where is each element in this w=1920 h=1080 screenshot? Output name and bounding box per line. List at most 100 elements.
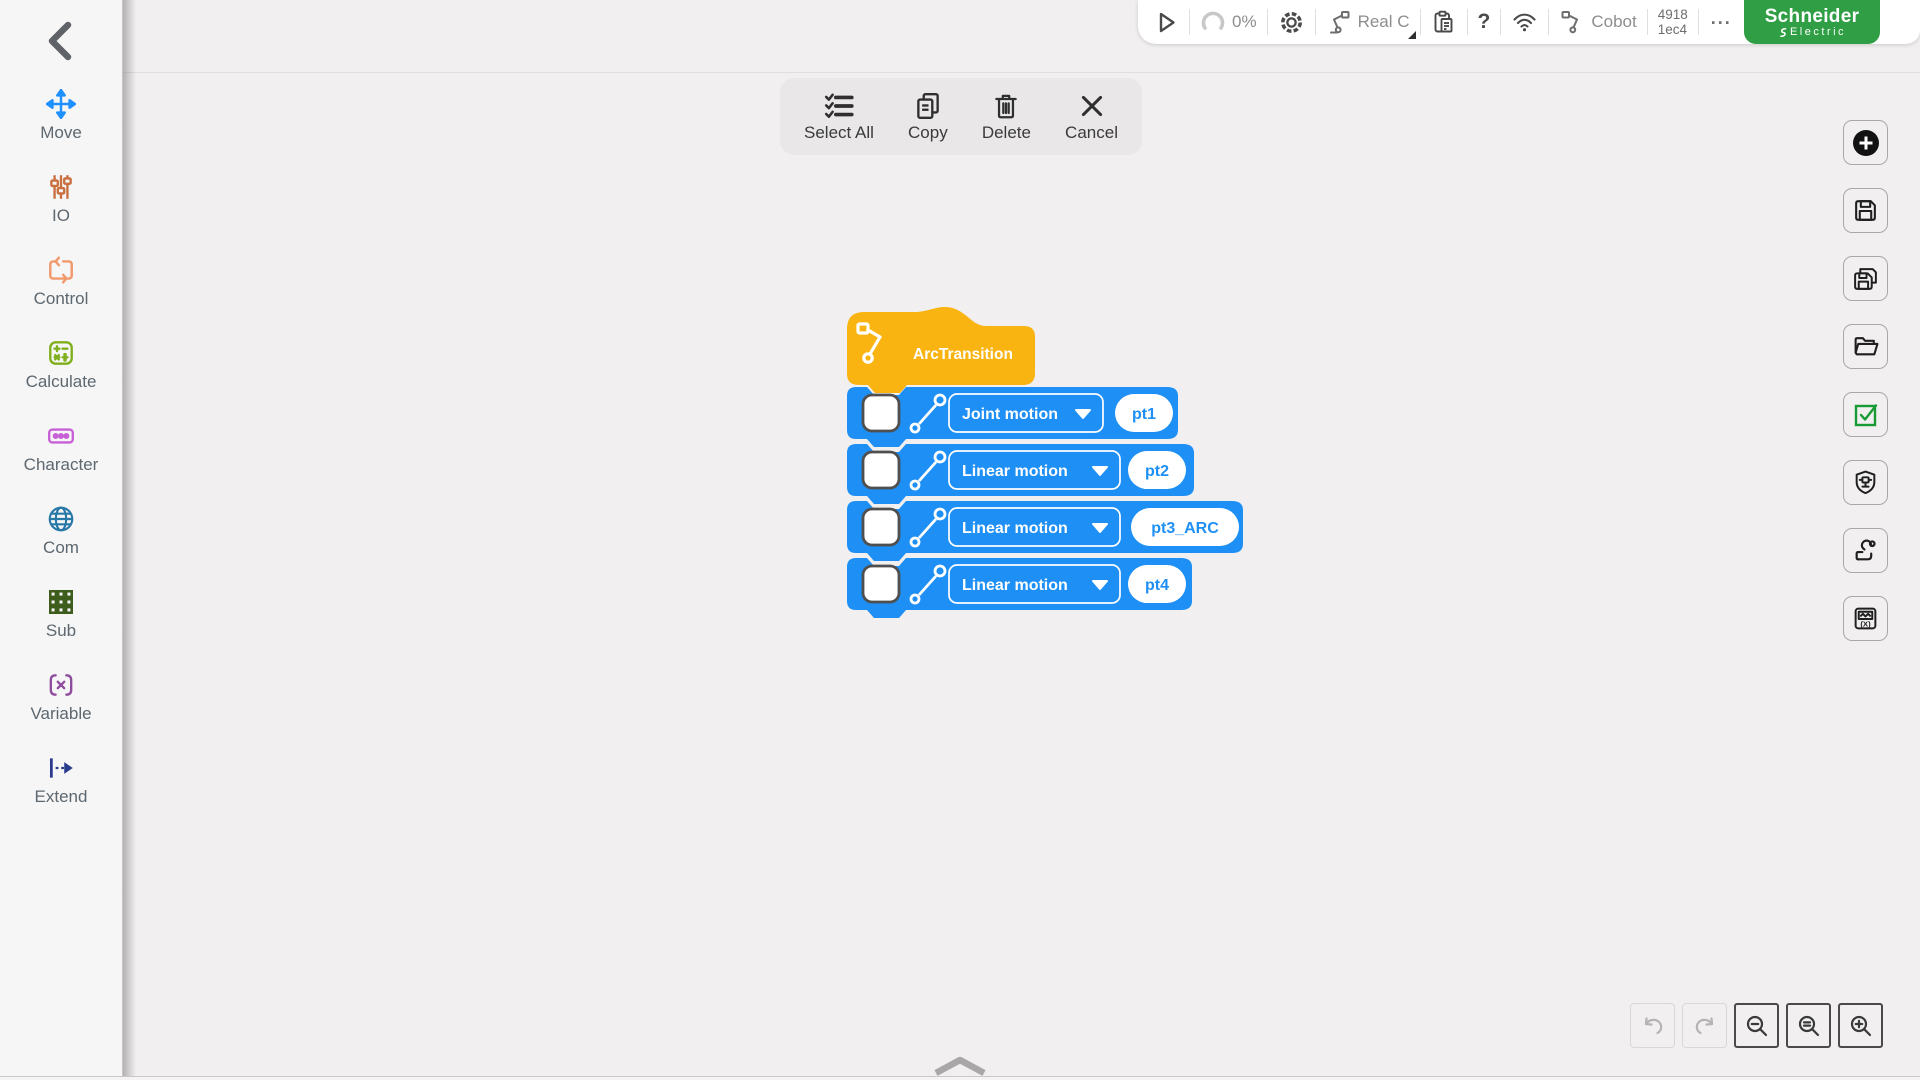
- sidebar-item-com[interactable]: Com: [0, 489, 122, 572]
- motion-block-row[interactable]: Linear motion pt4: [847, 558, 1192, 618]
- divider: [1466, 9, 1468, 35]
- more-button[interactable]: ...: [1711, 8, 1732, 29]
- motion-block-row[interactable]: Joint motion pt1: [847, 387, 1178, 447]
- help-label: ?: [1477, 10, 1491, 33]
- delete-button[interactable]: Delete: [982, 91, 1031, 143]
- folder-icon: [1854, 337, 1879, 356]
- brand-subname-text: Electric: [1789, 25, 1847, 38]
- robot-hook-icon: [1855, 539, 1876, 561]
- right-tool-rail: (X): [1843, 120, 1888, 641]
- save-all-button[interactable]: [1843, 256, 1888, 301]
- variable-monitor-icon: (X): [1854, 607, 1877, 630]
- redo-button[interactable]: [1682, 1003, 1727, 1048]
- progress-arc-icon: [1201, 11, 1225, 30]
- motion-type-label: Joint motion: [962, 406, 1058, 423]
- dropdown-corner: [1407, 31, 1416, 39]
- select-all-icon: [824, 93, 854, 118]
- sidebar-item-control[interactable]: Control: [0, 240, 122, 323]
- undo-icon: [1644, 1016, 1662, 1034]
- zoom-reset-button[interactable]: [1786, 1003, 1831, 1048]
- divider: [1646, 9, 1648, 35]
- extend-arrow-icon: [49, 757, 73, 778]
- device-id: 4918 1ec4: [1658, 7, 1688, 37]
- sidebar-item-move[interactable]: Move: [0, 74, 122, 157]
- divider: [1697, 9, 1699, 35]
- motion-type-label: Linear motion: [962, 577, 1068, 594]
- select-all-button[interactable]: Select All: [804, 91, 874, 143]
- add-block-button[interactable]: [1843, 120, 1888, 165]
- progress-value: 0%: [1232, 12, 1257, 31]
- sidebar-item-character[interactable]: Character: [0, 406, 122, 489]
- sidebar-item-label: Character: [23, 454, 99, 474]
- row-checkbox[interactable]: [861, 393, 901, 433]
- sidebar-item-label: Extend: [34, 786, 88, 806]
- cancel-button[interactable]: Cancel: [1065, 91, 1118, 143]
- divider: [1419, 9, 1421, 35]
- sidebar-item-label: Variable: [30, 703, 92, 723]
- safety-button[interactable]: [1843, 460, 1888, 505]
- grid-icon: [49, 589, 73, 614]
- brand-tail: [1880, 0, 1920, 44]
- divider: [1266, 9, 1268, 35]
- control-loop-icon: [49, 255, 73, 284]
- motion-type-label: Linear motion: [962, 520, 1068, 537]
- monitor-button[interactable]: (X): [1843, 596, 1888, 641]
- io-sliders-icon: [50, 174, 72, 199]
- back-button[interactable]: [0, 0, 122, 74]
- wifi-icon: [1513, 13, 1536, 32]
- sidebar-item-sub[interactable]: Sub: [0, 572, 122, 655]
- help-button[interactable]: ?: [1478, 10, 1491, 34]
- copy-label: Copy: [908, 122, 948, 142]
- cancel-label: Cancel: [1065, 122, 1118, 142]
- zoom-in-icon: [1850, 1015, 1871, 1036]
- motion-type-label: Linear motion: [962, 463, 1068, 480]
- redo-icon: [1695, 1016, 1713, 1034]
- device-id-line1: 4918: [1657, 6, 1688, 22]
- row-checkbox[interactable]: [861, 507, 901, 547]
- check-box-icon: [1854, 403, 1877, 426]
- globe-icon: [48, 506, 74, 531]
- row-checkbox[interactable]: [861, 564, 901, 604]
- sidebar-item-io[interactable]: IO: [0, 157, 122, 240]
- undo-button[interactable]: [1630, 1003, 1675, 1048]
- move-icon: [46, 88, 76, 119]
- clipboard-icon: [1434, 10, 1452, 32]
- point-label: pt1: [1132, 406, 1156, 423]
- clipboard-button[interactable]: [1431, 9, 1457, 36]
- motion-block-row[interactable]: Linear motion pt3_ARC: [847, 501, 1243, 561]
- sidebar-item-label: Sub: [45, 620, 77, 640]
- divider: [1500, 9, 1502, 35]
- robot-jog-button[interactable]: [1843, 528, 1888, 573]
- point-label: pt4: [1145, 577, 1169, 594]
- sidebar-item-calculate[interactable]: Calculate: [0, 323, 122, 406]
- validate-button[interactable]: [1843, 392, 1888, 437]
- zoom-out-button[interactable]: [1734, 1003, 1779, 1048]
- close-icon: [1081, 95, 1102, 116]
- save-button[interactable]: [1843, 188, 1888, 233]
- arc-transition-block[interactable]: ArcTransition: [847, 307, 1035, 393]
- sidebar-item-label: Com: [43, 537, 79, 557]
- motion-block-row[interactable]: Linear motion pt2: [847, 444, 1194, 504]
- mode-label: Real C: [1357, 12, 1410, 31]
- zoom-in-button[interactable]: [1838, 1003, 1883, 1048]
- settings-button[interactable]: [1278, 9, 1305, 36]
- sidebar-item-extend[interactable]: Extend: [0, 738, 122, 821]
- sidebar-item-label: Calculate: [25, 371, 97, 391]
- copy-button[interactable]: Copy: [908, 91, 948, 143]
- robot-mode-selector[interactable]: Real C: [1326, 9, 1416, 39]
- sidebar-item-variable[interactable]: Variable: [0, 655, 122, 738]
- bottom-edge: [0, 1076, 1920, 1080]
- cobot-selector[interactable]: Cobot: [1559, 9, 1637, 35]
- selection-toolbar: Select All Copy Delete Cancel: [780, 78, 1142, 155]
- zoom-out-icon: [1746, 1015, 1767, 1036]
- row-checkbox[interactable]: [861, 450, 901, 490]
- play-icon: [1159, 12, 1175, 32]
- open-project-button[interactable]: [1843, 324, 1888, 369]
- schneider-logo: Schneider Electric: [1744, 0, 1880, 44]
- wifi-button[interactable]: [1511, 9, 1538, 35]
- back-chevron-icon: [48, 21, 72, 61]
- play-button[interactable]: [1152, 9, 1179, 36]
- brand-name: Schneider: [1764, 5, 1860, 27]
- calculator-icon: [49, 340, 73, 365]
- status-bar: 0% Real C ? Cobot 4918 1ec4 ... Schneide…: [1138, 0, 1920, 44]
